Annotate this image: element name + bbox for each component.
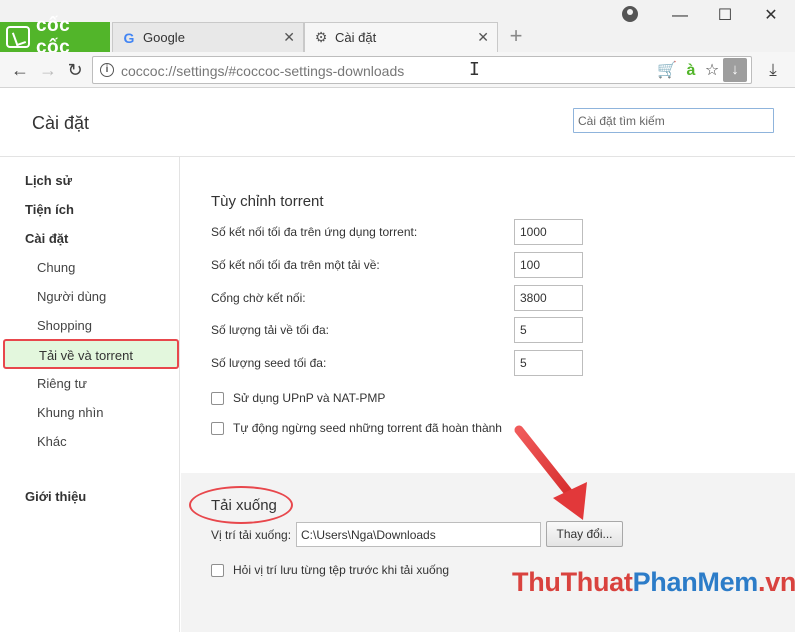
close-icon[interactable]: ✕	[283, 29, 295, 46]
max-connections-download-input[interactable]	[514, 252, 583, 278]
sidebar-item-extensions[interactable]: Tiện ích	[25, 202, 74, 217]
ask-location-checkbox[interactable]	[211, 563, 224, 577]
sidebar-item-label: Tải về và torrent	[39, 348, 133, 363]
max-downloads-label: Số lượng tải về tối đa:	[211, 323, 329, 337]
coccoc-dictionary-icon[interactable]: à	[681, 61, 701, 81]
reload-button[interactable]: ↻	[63, 58, 87, 82]
upnp-checkbox-row[interactable]: Sử dụng UPnP và NAT-PMP	[211, 391, 385, 405]
google-icon: G	[123, 29, 135, 46]
browser-window: cốc cốc G Google ✕ ⚙ Cài đặt ✕ + — ☐ ✕ ←…	[0, 0, 795, 632]
back-button[interactable]: ←	[8, 58, 32, 82]
info-icon[interactable]: i	[100, 63, 114, 77]
sidebar-item-privacy[interactable]: Riêng tư	[37, 376, 87, 391]
gear-icon: ⚙	[314, 29, 328, 45]
download-location-label: Vị trí tải xuống:	[211, 528, 292, 542]
tab-label: Cài đặt	[335, 30, 377, 45]
upnp-checkbox[interactable]	[211, 391, 224, 405]
sidebar-item-users[interactable]: Người dùng	[37, 289, 106, 304]
sidebar-item-settings[interactable]: Cài đặt	[25, 231, 68, 246]
coccoc-logo[interactable]: cốc cốc	[0, 15, 110, 58]
close-window-button[interactable]: ✕	[756, 4, 786, 28]
max-seeds-input[interactable]	[514, 350, 583, 376]
listen-port-input[interactable]	[514, 285, 583, 311]
downloads-section: Tải xuống Vị trí tải xuống: Thay đổi... …	[181, 473, 795, 632]
tab-google[interactable]: G Google ✕	[112, 22, 304, 52]
torrent-section-title: Tùy chỉnh torrent	[211, 193, 324, 210]
forward-button[interactable]: →	[36, 58, 60, 82]
ask-location-label: Hỏi vị trí lưu từng tệp trước khi tải xu…	[233, 563, 450, 577]
minimize-button[interactable]: —	[665, 4, 695, 28]
toolbar: ← → ↻ i coccoc://settings/#coccoc-settin…	[0, 52, 795, 88]
sidebar-item-general[interactable]: Chung	[37, 260, 75, 275]
watermark: ThuThuatPhanMem.vn	[512, 567, 795, 597]
page-title: Cài đặt	[32, 113, 90, 133]
sidebar-item-other[interactable]: Khác	[37, 434, 67, 449]
sidebar-item-history[interactable]: Lịch sử	[25, 173, 72, 188]
close-icon[interactable]: ✕	[477, 29, 489, 46]
downloads-section-title: Tải xuống	[211, 497, 277, 514]
listen-port-label: Cổng chờ kết nối:	[211, 291, 306, 305]
max-seeds-label: Số lượng seed tối đa:	[211, 356, 327, 370]
download-media-icon[interactable]: ↓	[723, 58, 747, 82]
sidebar-item-downloads-torrent[interactable]: Tải về và torrent	[3, 339, 179, 369]
settings-content: Tùy chỉnh torrent Số kết nối tối đa trên…	[181, 157, 795, 632]
sidebar-item-appearance[interactable]: Khung nhìn	[37, 405, 104, 420]
star-icon[interactable]: ☆	[702, 61, 722, 81]
ask-location-checkbox-row[interactable]: Hỏi vị trí lưu từng tệp trước khi tải xu…	[211, 563, 449, 577]
auto-stop-seed-checkbox-row[interactable]: Tự động ngừng seed những torrent đã hoàn…	[211, 421, 502, 435]
max-downloads-input[interactable]	[514, 317, 583, 343]
text-cursor-icon: I	[469, 59, 480, 80]
settings-search-input[interactable]	[573, 108, 774, 133]
coccoc-logo-icon	[6, 26, 30, 48]
tab-settings[interactable]: ⚙ Cài đặt ✕	[304, 22, 498, 52]
shopping-cart-icon[interactable]: 🛒	[657, 61, 677, 81]
max-connections-download-label: Số kết nối tối đa trên một tải về:	[211, 258, 380, 272]
tab-label: Google	[143, 30, 185, 45]
user-icon[interactable]	[622, 6, 638, 22]
new-tab-button[interactable]: +	[506, 24, 526, 48]
max-connections-app-label: Số kết nối tối đa trên ứng dụng torrent:	[211, 225, 418, 239]
maximize-button[interactable]: ☐	[710, 4, 740, 28]
upnp-label: Sử dụng UPnP và NAT-PMP	[233, 391, 386, 405]
sidebar-item-shopping[interactable]: Shopping	[37, 318, 92, 333]
sidebar: Lịch sử Tiện ích Cài đặt Chung Người dùn…	[0, 157, 180, 632]
tab-strip: cốc cốc G Google ✕ ⚙ Cài đặt ✕ + — ☐ ✕	[0, 0, 795, 58]
url-text: coccoc://settings/#coccoc-settings-downl…	[121, 63, 405, 79]
annotation-arrow-icon	[514, 425, 587, 520]
address-bar[interactable]: i coccoc://settings/#coccoc-settings-dow…	[92, 56, 752, 84]
download-location-field[interactable]	[296, 522, 541, 547]
auto-stop-seed-label: Tự động ngừng seed những torrent đã hoàn…	[233, 421, 502, 435]
downloads-icon[interactable]: ⤓	[762, 59, 784, 81]
settings-header: Cài đặt	[0, 89, 795, 157]
auto-stop-seed-checkbox[interactable]	[211, 421, 224, 435]
max-connections-app-input[interactable]	[514, 219, 583, 245]
sidebar-item-about[interactable]: Giới thiệu	[25, 489, 86, 504]
